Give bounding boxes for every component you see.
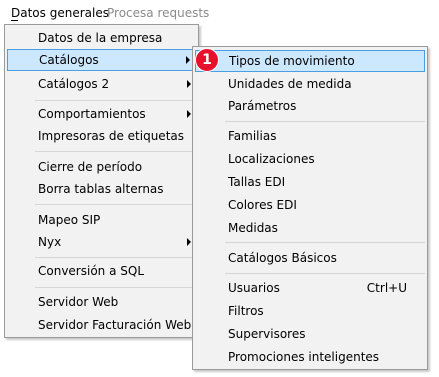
menu-item-comportamientos[interactable]: Comportamientos	[7, 103, 196, 125]
menu-item-label: Promociones inteligentes	[228, 350, 380, 364]
menu-item-label: Parámetros	[228, 99, 297, 113]
menu-separator	[35, 287, 196, 288]
menu-item-label: Nyx	[38, 235, 62, 249]
menu-item-label: Comportamientos	[38, 107, 146, 121]
menu-item-label: Supervisores	[228, 327, 306, 341]
menu-item-label: Familias	[228, 129, 277, 143]
menu-item-label: Filtros	[228, 304, 264, 318]
menu-item-label: Colores EDI	[228, 198, 297, 212]
menu-item-label: Borra tablas alternas	[38, 182, 164, 196]
catalogos-submenu: Tipos de movimiento Unidades de medida P…	[192, 46, 428, 370]
menu-item-nyx[interactable]: Nyx	[7, 231, 196, 253]
menu-item-mapeo-sip[interactable]: Mapeo SIP	[7, 209, 196, 231]
menu-item-label: Unidades de medida	[228, 77, 352, 91]
menu-item-servidor-web[interactable]: Servidor Web	[7, 291, 196, 313]
menu-item-catalogos-basicos[interactable]: Catálogos Básicos	[195, 247, 425, 269]
menu-item-tipos-movimiento[interactable]: Tipos de movimiento	[195, 50, 425, 72]
step-number-badge: 1	[195, 48, 219, 72]
menu-item-label: Mapeo SIP	[38, 213, 101, 227]
submenu-arrow-icon	[187, 80, 191, 88]
shortcut-label: Ctrl+U	[366, 281, 407, 295]
menu-item-label: Catálogos	[39, 53, 99, 67]
menu-item-label: Tipos de movimiento	[229, 54, 355, 68]
menu-separator	[225, 242, 425, 243]
menu-item-label: Catálogos Básicos	[228, 251, 337, 265]
menu-separator	[35, 257, 196, 258]
menu-procesa-requests[interactable]: Procesa requests	[107, 5, 209, 21]
menu-item-unidades-medida[interactable]: Unidades de medida	[195, 73, 425, 95]
menu-separator	[35, 151, 196, 152]
menu-item-label: Servidor Web	[38, 295, 119, 309]
menu-bar: Datos generales Procesa requests	[0, 0, 439, 25]
menu-separator	[225, 121, 425, 122]
menu-item-medidas[interactable]: Medidas	[195, 217, 425, 239]
submenu-arrow-icon	[187, 238, 191, 246]
menu-item-label: Datos de la empresa	[38, 31, 163, 45]
menu-item-label: Conversión a SQL	[38, 264, 145, 278]
menu-item-usuarios[interactable]: Usuarios Ctrl+U	[195, 277, 425, 299]
menu-item-familias[interactable]: Familias	[195, 125, 425, 147]
menu-item-filtros[interactable]: Filtros	[195, 300, 425, 322]
menu-item-label: Cierre de período	[38, 160, 143, 174]
menu-item-catalogos[interactable]: Catálogos	[7, 49, 196, 71]
menu-item-borra-tablas[interactable]: Borra tablas alternas	[7, 178, 196, 200]
menu-datos-generales[interactable]: Datos generales	[11, 5, 109, 21]
menu-item-label: Tallas EDI	[228, 175, 286, 189]
menu-item-colores-edi[interactable]: Colores EDI	[195, 194, 425, 216]
submenu-arrow-icon	[187, 110, 191, 118]
datos-generales-dropdown: Datos de la empresa Catálogos Catálogos …	[4, 24, 199, 338]
menu-separator	[35, 100, 196, 101]
menu-item-label: Catálogos 2	[38, 77, 110, 91]
menu-item-label: Localizaciones	[228, 152, 315, 166]
menu-separator	[35, 204, 196, 205]
menu-item-supervisores[interactable]: Supervisores	[195, 323, 425, 345]
menu-item-servidor-facturacion-web[interactable]: Servidor Facturación Web	[7, 314, 196, 336]
menu-item-cierre-periodo[interactable]: Cierre de período	[7, 156, 196, 178]
menu-separator	[225, 273, 425, 274]
menu-item-label: Medidas	[228, 221, 278, 235]
menu-item-promociones-inteligentes[interactable]: Promociones inteligentes	[195, 346, 425, 368]
menu-item-catalogos-2[interactable]: Catálogos 2	[7, 73, 196, 95]
menu-item-conversion-sql[interactable]: Conversión a SQL	[7, 260, 196, 282]
menu-item-label: Usuarios	[228, 281, 280, 295]
menu-item-label: Impresoras de etiquetas	[38, 129, 184, 143]
menu-item-label: Servidor Facturación Web	[38, 318, 192, 332]
menu-item-tallas-edi[interactable]: Tallas EDI	[195, 171, 425, 193]
mnemonic-underline	[11, 20, 18, 21]
menu-item-parametros[interactable]: Parámetros	[195, 95, 425, 117]
menu-item-datos-empresa[interactable]: Datos de la empresa	[7, 27, 196, 49]
submenu-arrow-icon	[186, 56, 190, 64]
menu-item-localizaciones[interactable]: Localizaciones	[195, 148, 425, 170]
menu-item-impresoras-etiquetas[interactable]: Impresoras de etiquetas	[7, 125, 196, 147]
